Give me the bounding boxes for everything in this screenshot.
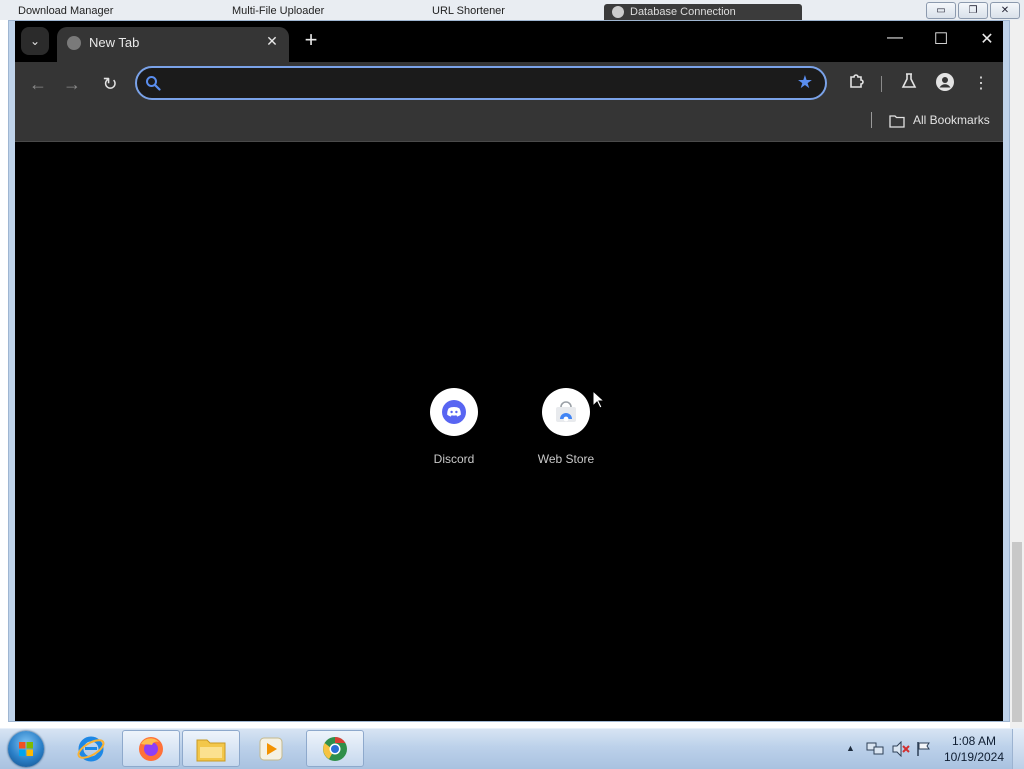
action-center-flag-icon[interactable]: [916, 741, 932, 757]
chevron-down-icon: ⌄: [29, 34, 41, 48]
reload-icon: ↻: [102, 74, 118, 94]
clock-date: 10/19/2024: [943, 750, 1005, 764]
background-close-button[interactable]: ✕: [990, 2, 1020, 19]
background-title-2: Multi-File Uploader: [232, 5, 325, 17]
tab-new-tab[interactable]: New Tab ✕: [57, 27, 289, 62]
taskbar: ▲ 1:08 AM 10/19/2024: [0, 728, 1024, 769]
folder-icon: [889, 115, 905, 128]
background-title-3: URL Shortener: [432, 5, 505, 17]
all-bookmarks-button[interactable]: All Bookmarks: [913, 113, 990, 127]
show-hidden-icons-button[interactable]: ▲: [846, 743, 855, 753]
toolbar-divider: [881, 76, 882, 92]
volume-muted-icon[interactable]: [892, 741, 910, 757]
tab-strip: ⌄ New Tab ✕ + — ☐ ✕: [15, 21, 1003, 62]
background-scrollbar-thumb[interactable]: [1012, 542, 1022, 722]
bookmarks-bar: All Bookmarks: [15, 106, 1003, 142]
tab-close-button[interactable]: ✕: [263, 33, 281, 50]
minimize-button[interactable]: —: [875, 29, 915, 47]
flask-icon: [901, 73, 917, 88]
maximize-button[interactable]: ☐: [921, 29, 961, 49]
back-button[interactable]: ←: [27, 73, 49, 95]
chrome-icon: [323, 736, 347, 761]
taskbar-media-player[interactable]: [242, 730, 300, 767]
background-active-tab[interactable]: Database Connection: [604, 4, 802, 20]
shortcut-web-store-label: Web Store: [537, 452, 595, 466]
media-player-icon: [259, 737, 283, 760]
close-window-button[interactable]: ✕: [967, 29, 1007, 49]
new-tab-page: Discord Web Store: [15, 142, 1003, 721]
browser-window: ⌄ New Tab ✕ + — ☐ ✕ ← → ↻ ★ ⋮ All Bookma…: [8, 20, 1010, 722]
discord-icon: [442, 400, 466, 424]
background-title-4: Database Connection: [630, 6, 736, 18]
browser-toolbar: ← → ↻ ★ ⋮: [15, 62, 1003, 106]
background-minimize-button[interactable]: ▭: [926, 2, 956, 19]
background-scrollbar[interactable]: [1010, 20, 1024, 728]
shortcut-discord-tile[interactable]: [430, 388, 478, 436]
background-restore-button[interactable]: ❐: [958, 2, 988, 19]
background-title-1: Download Manager: [18, 5, 114, 17]
firefox-icon: [139, 736, 163, 761]
address-bar[interactable]: ★: [135, 66, 827, 100]
web-store-icon: [556, 401, 576, 422]
puzzle-icon: [850, 74, 864, 88]
arrow-right-icon: →: [63, 74, 81, 94]
show-desktop-button[interactable]: [1012, 729, 1024, 769]
shortcut-discord-label: Discord: [433, 452, 475, 466]
bookmark-star-icon[interactable]: ★: [797, 72, 813, 93]
arrow-left-icon: ←: [29, 74, 47, 94]
taskbar-chrome[interactable]: [306, 730, 364, 767]
taskbar-firefox[interactable]: [122, 730, 180, 767]
reload-button[interactable]: ↻: [99, 73, 121, 95]
shortcut-discord[interactable]: Discord: [409, 388, 499, 466]
start-button[interactable]: [8, 731, 44, 767]
folder-icon: [196, 739, 226, 761]
menu-button[interactable]: ⋮: [969, 72, 993, 96]
bookmarks-divider: [871, 112, 872, 128]
internet-explorer-icon: [77, 736, 105, 761]
shortcut-web-store-tile[interactable]: [542, 388, 590, 436]
profile-button[interactable]: [933, 72, 957, 96]
extensions-button[interactable]: [845, 72, 869, 96]
taskbar-file-explorer[interactable]: [182, 730, 240, 767]
address-input[interactable]: [171, 73, 775, 95]
tab-title: New Tab: [89, 35, 140, 50]
clock-time: 1:08 AM: [951, 734, 997, 748]
more-vertical-icon: ⋮: [973, 75, 989, 92]
mouse-pointer-icon: [592, 390, 606, 409]
labs-button[interactable]: [897, 72, 921, 96]
background-tab-favicon-icon: [612, 6, 624, 18]
forward-button[interactable]: →: [61, 73, 83, 95]
network-icon[interactable]: [866, 741, 884, 757]
background-window-titlebar: Download Manager Multi-File Uploader URL…: [0, 0, 1024, 20]
new-tab-button[interactable]: +: [297, 27, 325, 55]
taskbar-internet-explorer[interactable]: [62, 730, 120, 767]
tab-search-button[interactable]: ⌄: [21, 27, 49, 55]
search-icon: [146, 76, 161, 91]
system-clock[interactable]: 1:08 AM 10/19/2024: [942, 733, 1006, 765]
windows-logo-icon: [19, 742, 33, 756]
avatar-icon: [936, 73, 954, 91]
background-window-controls: ▭ ❐ ✕: [926, 2, 1020, 19]
globe-icon: [67, 36, 81, 50]
